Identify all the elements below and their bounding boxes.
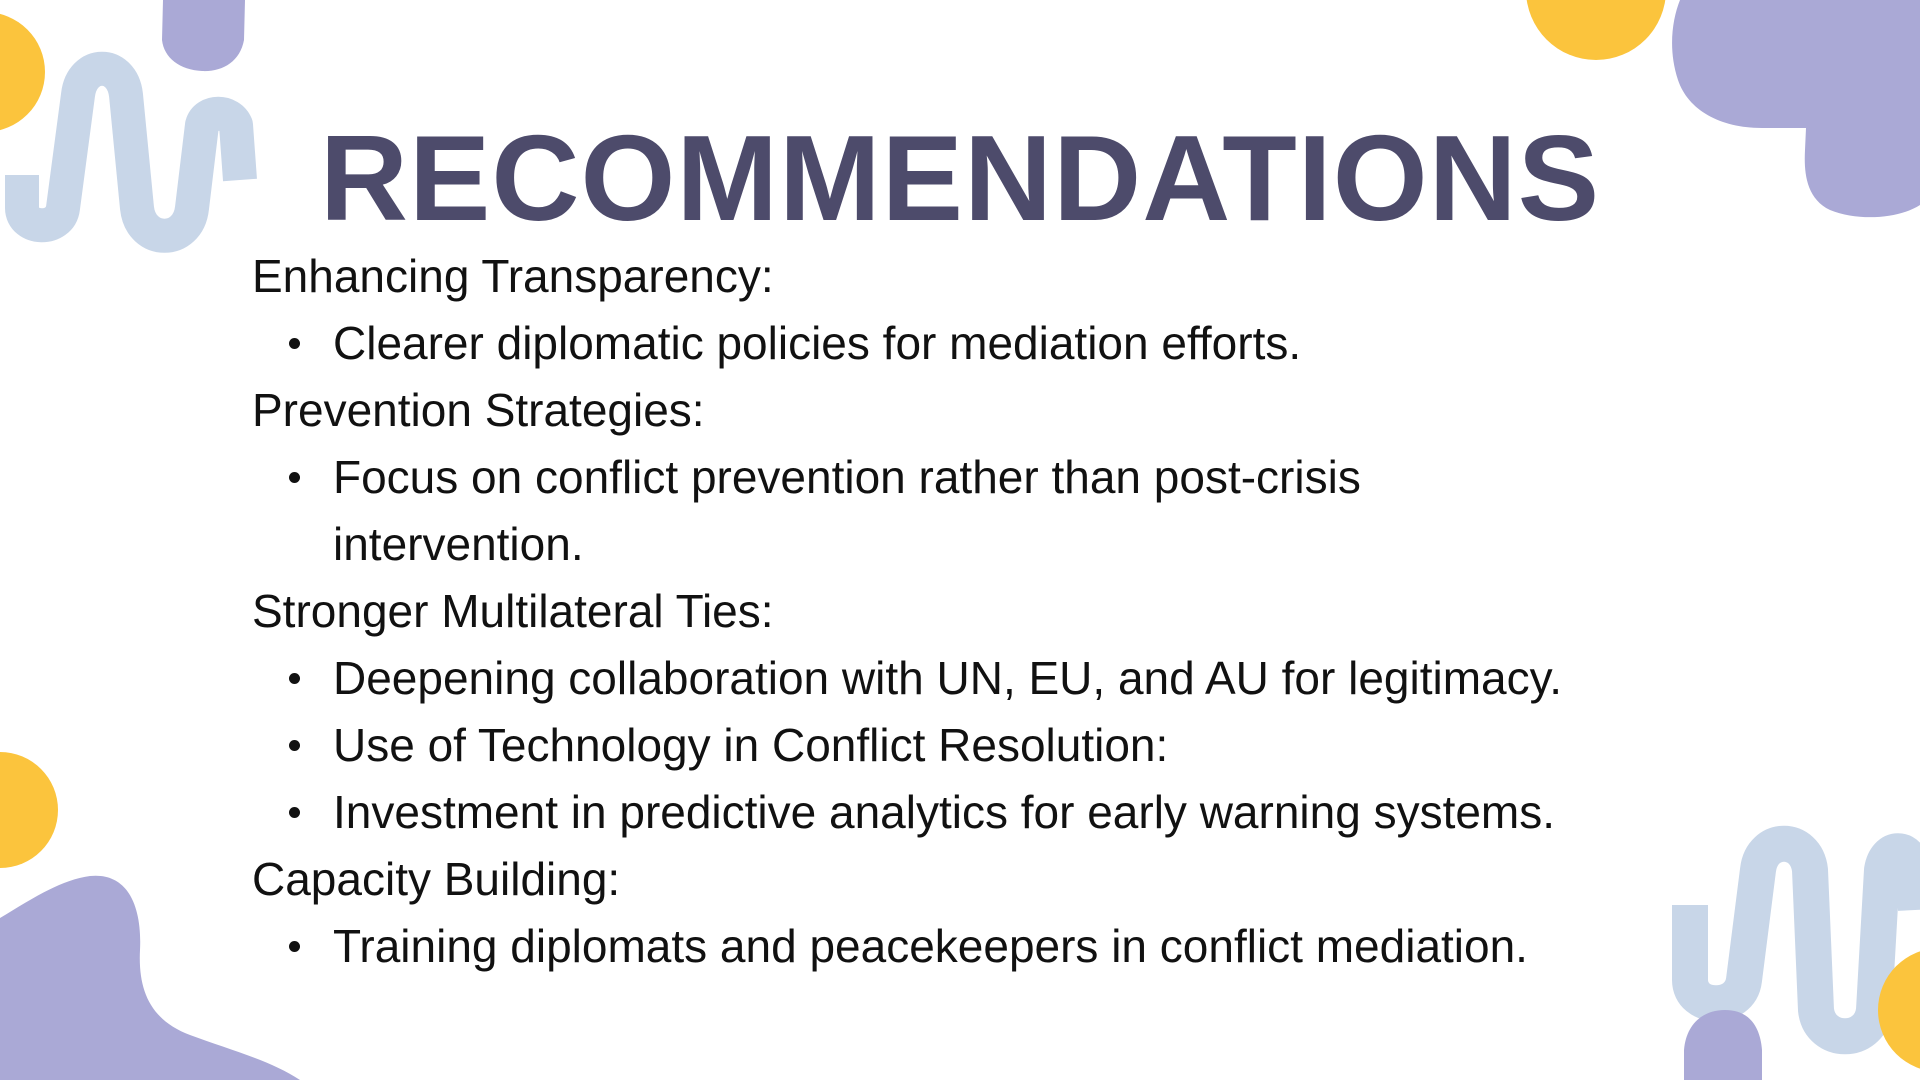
bullet-dot-icon [289,941,300,952]
list-item: Deepening collaboration with UN, EU, and… [289,645,1692,712]
blue-squiggle-bottom-right [1672,825,1920,1055]
bullet-dot-icon [289,472,300,483]
section-heading: Capacity Building: [252,853,621,905]
lavender-blob-top-left [162,0,245,72]
bullet-list: Focus on conflict prevention rather than… [252,444,1692,578]
list-item: Training diplomats and peacekeepers in c… [289,913,1692,980]
section-capacity: Capacity Building: Training diplomats an… [252,846,1692,980]
section-prevention: Prevention Strategies: Focus on conflict… [252,377,1692,578]
list-item: Use of Technology in Conflict Resolution… [289,712,1692,779]
bullet-list: Training diplomats and peacekeepers in c… [252,913,1692,980]
bullet-dot-icon [289,673,300,684]
list-item: Focus on conflict prevention rather than… [289,444,1692,578]
recommendations-list: Enhancing Transparency: Clearer diplomat… [252,243,1692,980]
list-item-text: Use of Technology in Conflict Resolution… [333,719,1169,771]
bullet-dot-icon [289,807,300,818]
yellow-circle-bottom-left [0,752,58,868]
section-heading: Prevention Strategies: [252,384,705,436]
page-title: RECOMMENDATIONS [319,110,1601,246]
list-item-text: Focus on conflict prevention rather than… [333,451,1361,570]
list-item: Investment in predictive analytics for e… [289,779,1692,846]
yellow-circle-top-right [1526,0,1666,60]
section-transparency: Enhancing Transparency: Clearer diplomat… [252,243,1692,377]
bullet-list: Deepening collaboration with UN, EU, and… [252,645,1692,846]
list-item-text: Clearer diplomatic policies for mediatio… [333,317,1302,369]
section-multilateral: Stronger Multilateral Ties: Deepening co… [252,578,1692,846]
list-item-text: Investment in predictive analytics for e… [333,786,1556,838]
list-item-text: Training diplomats and peacekeepers in c… [333,920,1528,972]
list-item: Clearer diplomatic policies for mediatio… [289,310,1692,377]
section-heading: Enhancing Transparency: [252,250,774,302]
bullet-list: Clearer diplomatic policies for mediatio… [252,310,1692,377]
lavender-blob-bottom-right [1684,1010,1762,1080]
bullet-dot-icon [289,338,300,349]
yellow-circle-bottom-right [1878,951,1920,1069]
list-item-text: Deepening collaboration with UN, EU, and… [333,652,1562,704]
slide: RECOMMENDATIONS Enhancing Transparency: … [0,0,1920,1080]
bullet-dot-icon [289,740,300,751]
section-heading: Stronger Multilateral Ties: [252,585,774,637]
